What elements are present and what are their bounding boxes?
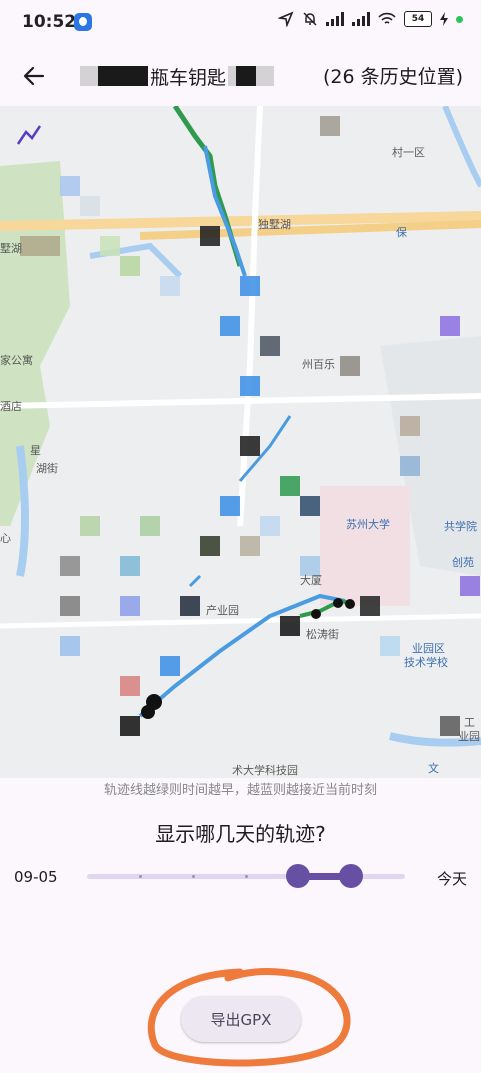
map-label: 湖街 [36, 462, 58, 475]
range-end-thumb[interactable] [339, 864, 363, 888]
map-label: 技术学校 [404, 656, 448, 669]
map-label: 村一区 [392, 146, 425, 159]
app-bar: 瓶车钥匙 (26 条历史位置) [0, 46, 481, 106]
range-question: 显示哪几天的轨迹? [155, 822, 326, 846]
redacted-block [98, 66, 120, 86]
map-view[interactable]: 村一区 独墅湖 墅湖 州百乐 家公寓 酒店 湖街 星 共学院 创苑 产业园 松涛… [0, 106, 481, 778]
map-label: 心 [0, 532, 11, 545]
redacted-block [236, 66, 257, 86]
date-range-slider: 09-05 今天 [0, 858, 481, 898]
map-label: 星 [30, 444, 41, 457]
slider-tick [139, 875, 142, 878]
map-label: 苏州大学 [346, 518, 390, 531]
map-label: 家公寓 [0, 354, 33, 367]
cell-signal-icon [326, 12, 344, 26]
map-label: 产业园 [206, 604, 239, 617]
slider-tick [245, 875, 248, 878]
map-label: 独墅湖 [258, 218, 291, 231]
mute-bell-icon [303, 12, 317, 26]
map-label: 松涛街 [306, 628, 339, 641]
map-label: 州百乐 [302, 358, 335, 371]
redacted-block [256, 66, 275, 86]
redacted-block [228, 66, 237, 86]
export-gpx-button[interactable]: 导出GPX [181, 996, 301, 1042]
back-arrow-icon [23, 66, 45, 86]
page-title: 瓶车钥匙 [80, 60, 275, 92]
cell-signal-2-icon [352, 12, 370, 26]
location-arrow-icon [278, 11, 294, 27]
range-start-thumb[interactable] [286, 864, 310, 888]
map-label: 大厦 [300, 574, 322, 587]
map-label: 酒店 [0, 400, 22, 413]
range-end-label: 今天 [436, 870, 467, 888]
track-color-hint: 轨迹线越绿则时间越早，越蓝则越接近当前时刻 [103, 783, 377, 798]
app-notification-icon [74, 13, 92, 31]
slider-tick [192, 875, 195, 878]
charging-bolt-icon [440, 12, 448, 26]
map-label: 业园 [458, 730, 480, 743]
back-button[interactable] [18, 60, 50, 92]
battery-icon: 54 [404, 11, 432, 27]
history-count: (26 条历史位置) [322, 66, 463, 88]
map-label: 文 [428, 762, 439, 775]
status-time: 10:52 [22, 12, 77, 32]
map-label: 共学院 [444, 520, 477, 533]
map-canvas [0, 106, 481, 778]
status-bar: 10:52 54 [0, 0, 481, 46]
redacted-block [120, 66, 148, 86]
map-label: 保 [396, 226, 407, 239]
map-label: 创苑 [452, 556, 474, 569]
privacy-indicator-icon [456, 15, 463, 23]
wifi-icon [378, 12, 396, 24]
redacted-block [80, 66, 98, 86]
map-label: 术大学科技园 [232, 764, 298, 777]
range-start-label: 09-05 [14, 868, 58, 886]
device-name: 瓶车钥匙 [150, 66, 227, 89]
map-label: 墅湖 [0, 242, 22, 255]
status-icons: 54 [278, 11, 463, 27]
